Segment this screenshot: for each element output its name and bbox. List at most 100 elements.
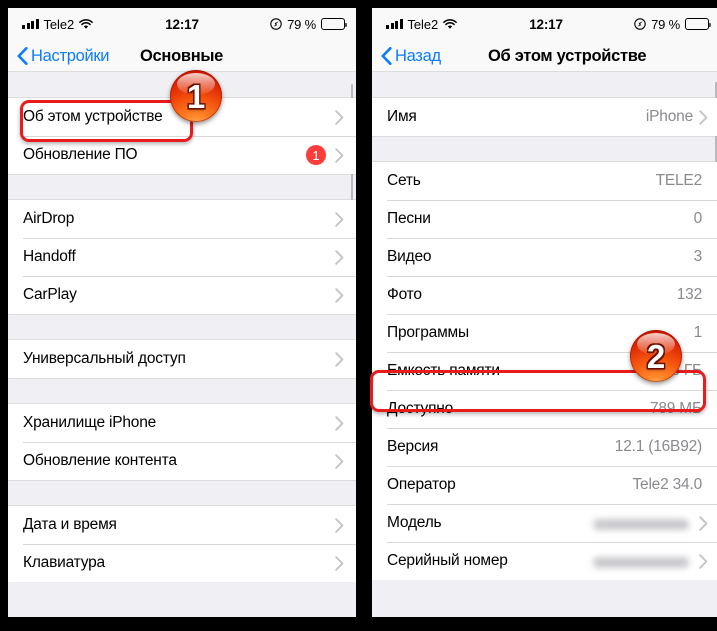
section-spacer (8, 378, 356, 404)
chevron-right-icon (335, 555, 344, 571)
list-item-label: Сеть (387, 172, 421, 189)
list-item-value: 3 (693, 248, 703, 265)
list-item-value: 0 (693, 210, 703, 227)
list-item[interactable]: Доступно 789 МБ (372, 390, 717, 428)
list-item-label: Видео (387, 248, 432, 265)
status-bar-right: 79 % (634, 8, 712, 40)
list-item[interactable]: Имя iPhone (372, 98, 717, 136)
page-title: Об этом устройстве (488, 46, 647, 65)
list-item[interactable]: Об этом устройстве (8, 98, 356, 136)
list-item-label: Дата и время (23, 516, 117, 533)
chevron-right-icon (335, 453, 344, 469)
list-section: Имя iPhone (372, 98, 717, 136)
list-item-value-redacted (593, 556, 689, 568)
section-spacer (8, 480, 356, 506)
list-section: Дата и время Клавиатура (8, 506, 356, 582)
list-section: Сеть TELE2 Песни 0 Видео 3 Фото 132 Программы 1 Ем… (372, 162, 717, 580)
chevron-right-icon (699, 553, 708, 569)
chevron-right-icon (335, 517, 344, 533)
list-item-label: Обновление контента (23, 452, 177, 469)
list-item[interactable]: Модель (372, 504, 717, 542)
list-item-value: TELE2 (655, 172, 703, 189)
list-item[interactable]: Фото 132 (372, 276, 717, 314)
list-item-label: AirDrop (23, 210, 75, 227)
list-item[interactable]: Оператор Tele2 34.0 (372, 466, 717, 504)
list-item-label: Емкость памяти (387, 362, 500, 379)
list-item-label: Универсальный доступ (23, 350, 186, 367)
chevron-right-icon (335, 211, 344, 227)
page-title: Основные (140, 46, 224, 65)
list-item-value: Tele2 34.0 (632, 476, 702, 493)
section-spacer (8, 314, 356, 340)
list-item[interactable]: Дата и время (8, 506, 356, 544)
chevron-right-icon (335, 287, 344, 303)
list-item-label: Фото (387, 286, 422, 303)
left-status-bar: Tele2 12:17 79 % (8, 8, 356, 40)
chevron-right-icon (335, 249, 344, 265)
section-spacer (8, 72, 356, 98)
list-item[interactable]: Клавиатура (8, 544, 356, 582)
left-nav-bar: Настройки Основные (8, 40, 356, 72)
list-item[interactable]: Обновление контента (8, 442, 356, 480)
list-item[interactable]: CarPlay (8, 276, 356, 314)
list-item[interactable]: Универсальный доступ (8, 340, 356, 378)
list-item-label: Об этом устройстве (23, 108, 163, 125)
notification-badge: 1 (306, 145, 326, 165)
chevron-right-icon (699, 109, 708, 125)
right-status-bar: Tele2 12:17 79 % (372, 8, 717, 40)
list-item[interactable]: Песни 0 (372, 200, 717, 238)
right-phone-screen: Tele2 12:17 79 % Назад Об этом устройств… (372, 8, 717, 617)
screenshot-stage: Tele2 12:17 79 % Настройки Основные Об э… (0, 0, 717, 631)
list-section: Универсальный доступ (8, 340, 356, 378)
list-item-value-redacted (593, 518, 689, 530)
section-spacer (372, 72, 717, 98)
list-item-label: Клавиатура (23, 554, 105, 571)
list-item[interactable]: Handoff (8, 238, 356, 276)
list-item[interactable]: Обновление ПО 1 (8, 136, 356, 174)
section-spacer (372, 136, 717, 162)
list-item-label: Программы (387, 324, 469, 341)
list-item-label: Оператор (387, 476, 456, 493)
list-item-value: 16 ГБ (662, 362, 702, 379)
list-item-value: 12.1 (16B92) (614, 438, 702, 455)
list-item-value: 1 (693, 324, 703, 341)
right-nav-bar: Назад Об этом устройстве (372, 40, 717, 72)
chevron-right-icon (335, 351, 344, 367)
list-item-label: Серийный номер (387, 552, 508, 569)
list-section: Хранилище iPhone Обновление контента (8, 404, 356, 480)
chevron-right-icon (335, 147, 344, 163)
list-section: Об этом устройстве Обновление ПО 1 (8, 98, 356, 174)
battery-percent-label: 79 % (287, 16, 316, 32)
list-item-label: Модель (387, 514, 442, 531)
location-arrow-icon (634, 18, 646, 30)
list-item[interactable]: Емкость памяти 16 ГБ (372, 352, 717, 390)
chevron-right-icon (335, 415, 344, 431)
left-phone-screen: Tele2 12:17 79 % Настройки Основные Об э… (8, 8, 356, 617)
list-item[interactable]: Серийный номер (372, 542, 717, 580)
battery-icon (321, 18, 348, 30)
list-item[interactable]: Хранилище iPhone (8, 404, 356, 442)
chevron-right-icon (335, 109, 344, 125)
chevron-right-icon (699, 515, 708, 531)
list-item[interactable]: AirDrop (8, 200, 356, 238)
list-item[interactable]: Версия 12.1 (16B92) (372, 428, 717, 466)
list-item-label: Хранилище iPhone (23, 414, 157, 431)
list-item-label: Версия (387, 438, 439, 455)
section-spacer (8, 174, 356, 200)
list-item-label: Доступно (387, 400, 454, 417)
about-device-list[interactable]: Имя iPhone Сеть TELE2 Песни 0 Видео 3 Фото 132 Про… (372, 72, 717, 617)
status-bar-right: 79 % (270, 8, 348, 40)
list-item-value: 789 МБ (649, 400, 702, 417)
list-item-label: Handoff (23, 248, 76, 265)
list-item-value: iPhone (645, 108, 693, 125)
list-item[interactable]: Программы 1 (372, 314, 717, 352)
list-item[interactable]: Сеть TELE2 (372, 162, 717, 200)
list-item-label: Имя (387, 108, 417, 125)
left-settings-list[interactable]: Об этом устройстве Обновление ПО 1 AirDrop H… (8, 72, 356, 617)
list-item[interactable]: Видео 3 (372, 238, 717, 276)
list-item-label: Песни (387, 210, 431, 227)
battery-percent-label: 79 % (651, 16, 680, 32)
battery-icon (685, 18, 712, 30)
list-item-label: Обновление ПО (23, 146, 138, 163)
list-item-value: 132 (676, 286, 702, 303)
